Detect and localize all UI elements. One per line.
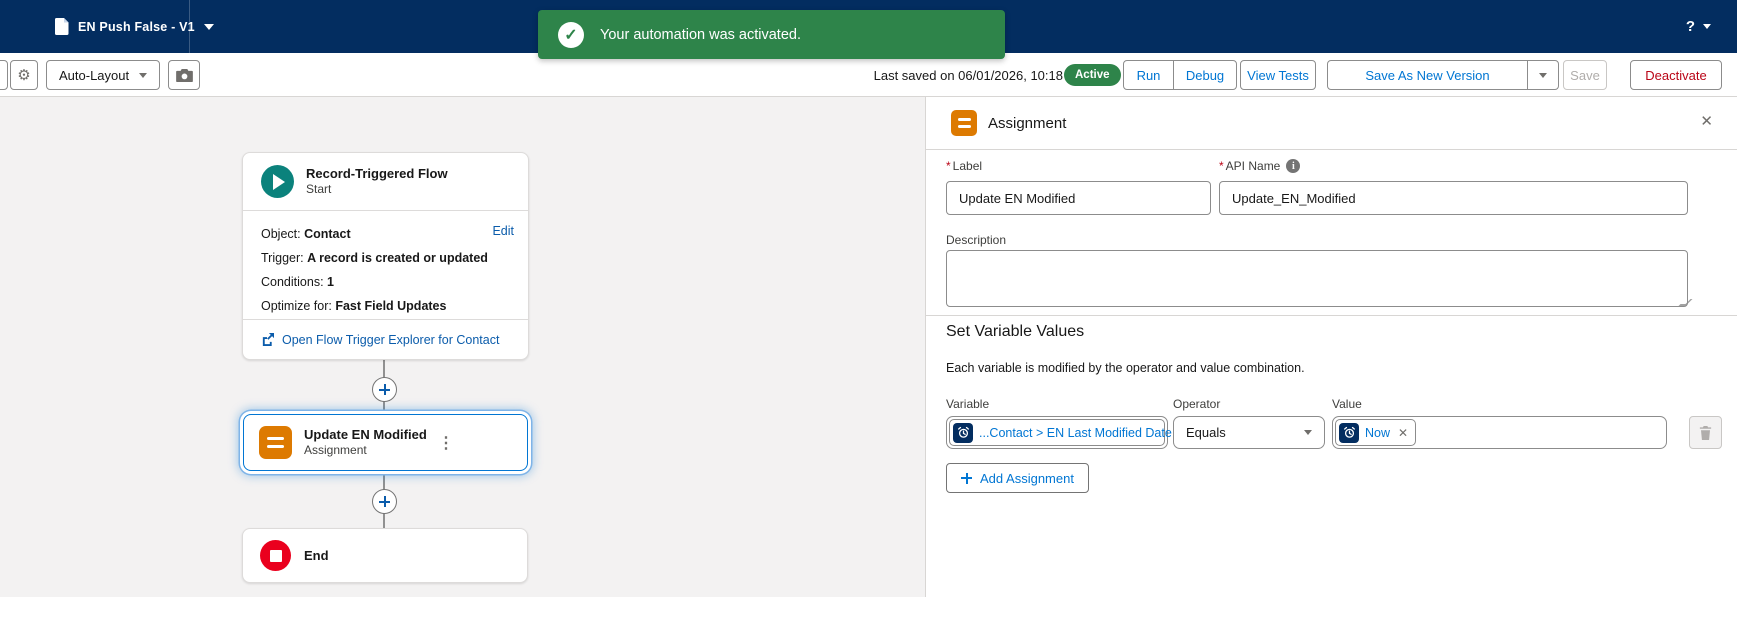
play-icon [261,165,294,198]
external-link-icon [262,333,274,346]
remove-icon[interactable]: ✕ [1398,426,1408,440]
status-badge: Active [1064,64,1121,86]
chevron-down-icon [1539,72,1547,78]
chevron-down-icon [1703,24,1711,29]
add-assignment-label: Add Assignment [980,470,1074,486]
variable-pill[interactable]: ...Contact > EN Last Modified Date ✕ [949,419,1188,446]
label-input[interactable] [946,181,1211,215]
close-icon[interactable]: ✕ [1700,114,1713,129]
header-divider [189,0,190,53]
description-field-label: Description [946,233,1007,247]
variable-pill-label[interactable]: ...Contact > EN Last Modified Date [979,426,1172,440]
description-textarea[interactable] [946,250,1688,307]
set-variable-values-heading: Set Variable Values [946,323,1085,340]
end-stop-icon [260,540,291,571]
operator-select[interactable]: Equals [1173,416,1325,449]
set-variable-values-help-text: Each variable is modified by the operato… [946,361,1305,375]
help-menu-button[interactable]: ? [1686,0,1711,53]
start-detail-row: Trigger: A record is created or updated [261,251,488,265]
bottom-whitespace [0,597,1737,636]
check-icon: ✓ [558,21,584,48]
view-tests-button[interactable]: View Tests [1240,60,1316,90]
add-element-button[interactable] [372,489,397,514]
last-saved-text: Last saved on 06/01/2026, 10:18 [873,67,1063,83]
flow-trigger-explorer-link[interactable]: Open Flow Trigger Explorer for Contact [282,333,499,347]
edit-link[interactable]: Edit [492,224,514,238]
datetime-icon [1339,422,1359,443]
api-name-input[interactable] [1219,181,1688,215]
run-debug-button-group: Run Debug [1123,60,1237,90]
start-node-header: Record-Triggered Flow Start [243,153,528,210]
chevron-down-icon [1304,430,1312,435]
start-node-details: Object: Contact Trigger: A record is cre… [243,210,528,319]
deactivate-button[interactable]: Deactivate [1630,60,1722,90]
help-icon: ? [1685,18,1695,35]
info-icon[interactable]: i [1286,159,1301,173]
start-node-card[interactable]: Record-Triggered Flow Start Object: Cont… [242,152,529,360]
start-detail-row: Optimize for: Fast Field Updates [261,299,447,313]
document-icon [55,18,69,35]
value-combobox[interactable]: Now ✕ [1332,416,1667,449]
flow-builder-app: EN Push False - V1 ? ⚙ Auto-Layout Last … [0,0,1737,636]
add-element-button[interactable] [372,377,397,402]
section-divider [926,315,1737,316]
chevron-down-icon [139,72,147,78]
save-options-chevron-button[interactable] [1527,61,1558,89]
debug-button[interactable]: Debug [1173,61,1236,89]
panel-header: Assignment ✕ [926,97,1737,150]
layout-mode-select[interactable]: Auto-Layout [46,60,160,90]
save-as-new-version-button[interactable]: Save As New Version [1328,61,1527,89]
variable-combobox[interactable]: ...Contact > EN Last Modified Date ✕ [946,416,1188,449]
trash-icon [1699,425,1712,440]
toast-notification: ✓ Your automation was activated. [538,10,1005,59]
value-pill[interactable]: Now ✕ [1335,419,1417,446]
required-marker: * [946,159,951,173]
api-name-field-label: * API Name i [1219,159,1301,173]
flow-title-menu[interactable]: EN Push False - V1 [55,0,214,53]
start-detail-row: Conditions: 1 [261,275,334,289]
assignment-icon [951,110,977,136]
chevron-down-icon [203,23,214,30]
end-node-title: End [304,548,329,563]
gear-icon: ⚙ [17,66,31,84]
start-node-footer: Open Flow Trigger Explorer for Contact [243,319,528,359]
value-pill-label[interactable]: Now [1365,426,1390,440]
assignment-icon [259,426,292,459]
layout-mode-label: Auto-Layout [59,67,130,83]
assignment-node-title: Update EN Modified [304,427,427,442]
save-button[interactable]: Save [1563,60,1607,90]
operator-column-label: Operator [1173,397,1221,411]
toast-message: Your automation was activated. [600,26,801,43]
operator-selected-value: Equals [1186,425,1226,440]
delete-assignment-button[interactable] [1689,416,1722,449]
assignment-node-subtitle: Assignment [304,443,367,457]
end-node-card[interactable]: End [242,528,528,583]
panel-title: Assignment [988,114,1067,132]
settings-button[interactable]: ⚙ [10,60,38,90]
start-node-title: Record-Triggered Flow [306,166,448,181]
kebab-menu-icon[interactable]: ⋮ [438,433,454,453]
property-panel: Assignment ✕ *Label *API Name i Descript… [925,97,1737,636]
save-as-new-version-group: Save As New Version [1327,60,1559,90]
toolbar: ⚙ Auto-Layout Last saved on 06/01/2026, … [0,53,1737,97]
value-column-label: Value [1332,397,1362,411]
assignment-node-card[interactable]: Update EN Modified Assignment ⋮ [243,414,528,471]
label-field-label: * Label [946,159,983,173]
flow-title: EN Push False - V1 [78,19,195,34]
variable-column-label: Variable [946,397,990,411]
required-marker: * [1219,159,1224,173]
add-assignment-button[interactable]: Add Assignment [946,463,1089,493]
run-button[interactable]: Run [1124,61,1173,89]
start-detail-row: Object: Contact [261,227,351,241]
snapshot-button[interactable] [168,60,200,90]
camera-icon [175,68,193,82]
plus-icon [961,472,972,484]
start-node-subtitle: Start [306,182,332,196]
datetime-icon [953,422,973,443]
toolbox-button-partial[interactable] [0,60,8,90]
